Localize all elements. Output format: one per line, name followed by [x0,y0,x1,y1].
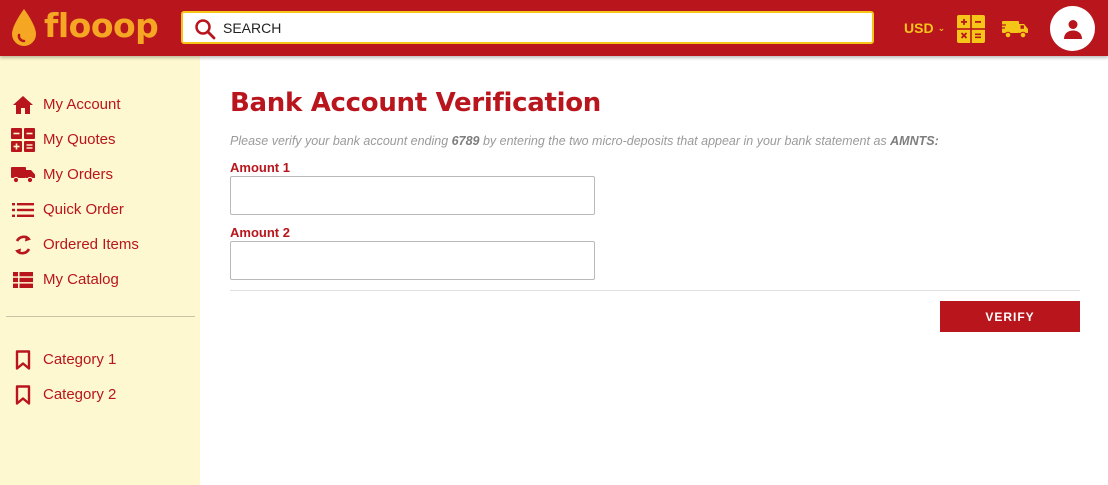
search-bar[interactable] [181,11,874,44]
catalog-list-icon [11,268,35,292]
sidebar-divider [6,316,195,317]
sidebar-item-category-2[interactable]: Category 2 [0,377,116,412]
category-nav: Category 1 Category 2 [0,342,116,412]
bookmark-icon [11,383,35,407]
top-header: flooop USD ⌄ [0,0,1108,56]
amount-1-label: Amount 1 [230,160,290,175]
sidebar-item-my-catalog[interactable]: My Catalog [0,262,200,297]
truck-icon [11,163,35,187]
search-input[interactable] [223,13,863,42]
sidebar-item-my-orders[interactable]: My Orders [0,157,200,192]
logo-text: flooop [44,5,159,45]
form-divider [230,290,1080,291]
sidebar-item-quick-order[interactable]: Quick Order [0,192,200,227]
sidebar-item-label: Ordered Items [43,236,139,253]
currency-label: USD [904,20,934,36]
user-icon [1063,19,1082,39]
sidebar-item-label: Category 1 [43,351,117,368]
sidebar-item-label: My Orders [43,166,114,183]
logo[interactable]: flooop [10,5,159,50]
amount-1-input[interactable] [230,176,595,215]
sidebar-item-ordered-items[interactable]: Ordered Items [0,227,200,262]
sidebar-item-label: My Catalog [43,271,119,288]
verification-instructions: Please verify your bank account ending 6… [230,134,939,148]
sidebar-item-my-account[interactable]: My Account [0,87,200,122]
account-ending: 6789 [451,134,480,148]
sidebar-item-label: My Account [43,96,121,113]
chevron-down-icon: ⌄ [937,22,946,33]
instructions-prefix: Please verify your bank account ending [230,134,452,148]
search-icon[interactable] [194,18,216,40]
calculator-icon [11,127,35,152]
sidebar-item-my-quotes[interactable]: My Quotes [0,122,200,157]
bookmark-icon [11,348,35,372]
instructions-middle: by entering the two micro-deposits that … [479,134,891,148]
verify-button[interactable]: VERIFY [940,301,1080,332]
user-avatar-button[interactable] [1050,6,1095,51]
page-title: Bank Account Verification [230,88,601,118]
sidebar-item-label: My Quotes [43,131,116,148]
list-icon [11,198,35,222]
currency-selector[interactable]: USD ⌄ [904,20,945,36]
truck-icon[interactable] [1000,18,1030,40]
sidebar-item-label: Category 2 [43,386,117,403]
calculator-icon[interactable] [957,15,985,43]
statement-descriptor: AMNTS: [890,134,939,148]
amount-2-label: Amount 2 [230,225,290,240]
sidebar: My Account My Quotes My Orders Quick Ord… [0,56,200,485]
home-icon [11,93,35,117]
sidebar-item-category-1[interactable]: Category 1 [0,342,116,377]
droplet-logo-icon [12,9,36,46]
amount-2-input[interactable] [230,241,595,280]
refresh-icon [11,233,35,257]
account-nav: My Account My Quotes My Orders Quick Ord… [0,56,200,297]
sidebar-item-label: Quick Order [43,201,124,218]
